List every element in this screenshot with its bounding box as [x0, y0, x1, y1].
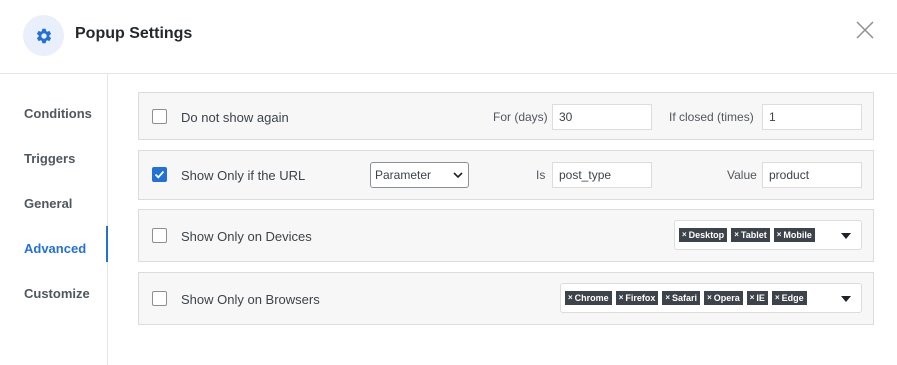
browser-tag: × IE: [746, 291, 768, 305]
remove-tag-icon[interactable]: ×: [568, 291, 573, 305]
devices-row: Show Only on Devices × Desktop × Tablet × M…: [138, 209, 874, 262]
remove-tag-icon[interactable]: ×: [619, 291, 624, 305]
value-label: Value: [727, 168, 757, 182]
do-not-show-checkbox[interactable]: [152, 109, 167, 124]
active-tab-indicator: [106, 226, 108, 262]
caret-down-icon[interactable]: [841, 296, 851, 302]
do-not-show-label: Do not show again: [181, 110, 289, 125]
modal-title: Popup Settings: [75, 25, 193, 42]
device-tag: × Mobile: [773, 228, 815, 242]
remove-tag-icon[interactable]: ×: [734, 228, 739, 242]
browsers-multiselect[interactable]: × Chrome × Firefox × Safari × Opera × IE × Edg…: [560, 283, 862, 313]
url-condition-label: Show Only if the URL: [181, 168, 306, 183]
sidebar-item-customize[interactable]: Customize: [24, 286, 90, 301]
modal-header: Popup Settings: [0, 0, 897, 74]
url-condition-row: Show Only if the URL Parameter Is post_t…: [138, 150, 874, 200]
caret-down-icon[interactable]: [841, 233, 851, 239]
remove-tag-icon[interactable]: ×: [682, 228, 687, 242]
remove-tag-icon[interactable]: ×: [775, 291, 780, 305]
browsers-label: Show Only on Browsers: [181, 292, 320, 307]
gear-icon: [36, 28, 51, 43]
browser-tag: × Edge: [771, 291, 807, 305]
browser-tag: × Opera: [704, 291, 743, 305]
remove-tag-icon[interactable]: ×: [707, 291, 712, 305]
close-icon[interactable]: [855, 20, 875, 40]
chevron-down-icon: [453, 172, 463, 179]
url-is-input[interactable]: post_type: [552, 162, 652, 188]
remove-tag-icon[interactable]: ×: [750, 291, 755, 305]
sidebar-item-conditions[interactable]: Conditions: [24, 106, 92, 121]
remove-tag-icon[interactable]: ×: [777, 228, 782, 242]
closed-times-input[interactable]: 1: [762, 104, 862, 130]
do-not-show-row: Do not show again For (days) 30 If close…: [138, 92, 874, 140]
sidebar-item-advanced[interactable]: Advanced: [24, 241, 86, 256]
devices-label: Show Only on Devices: [181, 229, 312, 244]
sidebar-item-triggers[interactable]: Triggers: [24, 151, 75, 166]
days-input[interactable]: 30: [552, 104, 652, 130]
sidebar-item-general[interactable]: General: [24, 196, 72, 211]
url-type-value: Parameter: [375, 168, 432, 182]
devices-multiselect[interactable]: × Desktop × Tablet × Mobile: [674, 220, 862, 250]
checkmark-icon: [154, 170, 165, 179]
gear-icon-badge: [23, 15, 64, 56]
device-tag: × Desktop: [679, 228, 728, 242]
device-tag: × Tablet: [731, 228, 770, 242]
remove-tag-icon[interactable]: ×: [665, 291, 670, 305]
closed-times-label: If closed (times): [669, 110, 754, 124]
browsers-checkbox[interactable]: [152, 291, 167, 306]
url-condition-checkbox[interactable]: [152, 167, 167, 182]
url-type-select[interactable]: Parameter: [370, 162, 469, 188]
browser-tag: × Chrome: [565, 291, 612, 305]
browsers-row: Show Only on Browsers × Chrome × Firefox ×…: [138, 272, 874, 325]
is-label: Is: [536, 168, 546, 182]
url-value-input[interactable]: product: [762, 162, 862, 188]
browser-tag: × Firefox: [615, 291, 659, 305]
days-label: For (days): [493, 110, 548, 124]
browser-tag: × Safari: [662, 291, 701, 305]
devices-checkbox[interactable]: [152, 228, 167, 243]
